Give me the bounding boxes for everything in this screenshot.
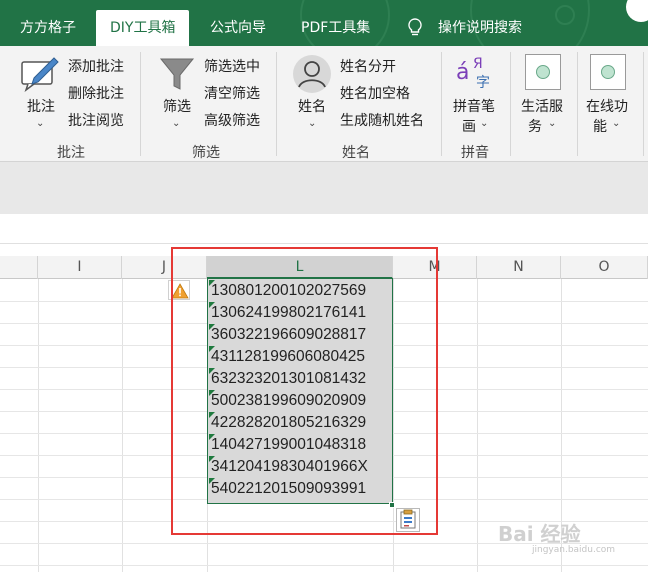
chevron-down-icon: ⌄ xyxy=(480,118,489,129)
chevron-down-icon: ⌄ xyxy=(548,118,557,129)
funnel-icon xyxy=(159,58,195,90)
formula-bar-area xyxy=(0,162,648,214)
split-name-button[interactable]: 姓名分开 xyxy=(340,56,396,76)
view-comments-button[interactable]: 批注阅览 xyxy=(68,110,124,130)
life-service-icon xyxy=(525,54,561,90)
life-service-label-line1: 生活服 xyxy=(521,99,563,115)
chevron-down-icon: ⌄ xyxy=(308,118,317,129)
add-comment-button[interactable]: 添加批注 xyxy=(68,56,124,76)
column-header-blank[interactable] xyxy=(0,256,38,279)
chevron-down-icon: ⌄ xyxy=(172,118,181,129)
filter-selected-button[interactable]: 筛选选中 xyxy=(204,56,260,76)
column-header-n[interactable]: N xyxy=(477,256,561,279)
group-divider xyxy=(510,52,511,156)
comment-pen-icon xyxy=(21,57,59,92)
gridline xyxy=(0,565,648,566)
group-divider xyxy=(276,52,277,156)
ribbon-tab-bar: 方方格子 DIY工具箱 公式向导 PDF工具集 操作说明搜索 xyxy=(0,0,648,46)
group-label-comment: 批注 xyxy=(57,145,85,161)
watermark-url: jingyan.baidu.com xyxy=(532,545,616,555)
lightbulb-icon[interactable] xyxy=(407,18,423,38)
name-label: 姓名 xyxy=(298,99,326,115)
pinyin-icon: á Я 字 xyxy=(456,56,490,91)
comment-label: 批注 xyxy=(27,99,55,115)
life-service-label-line2: 务 xyxy=(528,119,542,135)
online-feature-label-line2: 能 xyxy=(593,119,607,135)
pinyin-stroke-label-line1: 拼音笔 xyxy=(453,99,495,115)
random-name-button[interactable]: 生成随机姓名 xyxy=(340,110,424,130)
group-divider xyxy=(643,52,644,156)
tab-diy-toolbox[interactable]: DIY工具箱 xyxy=(96,10,190,46)
tell-me-search[interactable]: 操作说明搜索 xyxy=(438,10,522,46)
clear-filter-button[interactable]: 清空筛选 xyxy=(204,83,260,103)
ribbon-panel: 批注 ⌄ 添加批注 删除批注 批注阅览 批注 筛选 ⌄ 筛选选中 清空筛选 高级… xyxy=(0,46,648,162)
chevron-down-icon: ⌄ xyxy=(36,118,45,129)
watermark-logo: Bai 经验 xyxy=(498,522,581,546)
user-avatar[interactable] xyxy=(626,0,648,22)
advanced-filter-button[interactable]: 高级筛选 xyxy=(204,110,260,130)
filter-label: 筛选 xyxy=(163,99,191,115)
formula-bar[interactable] xyxy=(0,214,648,244)
group-divider xyxy=(577,52,578,156)
decor-circuit xyxy=(555,5,575,25)
pinyin-stroke-label-line2: 画 xyxy=(462,119,476,135)
group-divider xyxy=(140,52,141,156)
online-feature-icon xyxy=(590,54,626,90)
highlight-box xyxy=(171,247,438,535)
group-label-filter: 筛选 xyxy=(192,145,220,161)
person-icon xyxy=(293,55,331,93)
name-add-space-button[interactable]: 姓名加空格 xyxy=(340,83,410,103)
tab-pdf-tools[interactable]: PDF工具集 xyxy=(301,10,370,46)
column-header-i[interactable]: I xyxy=(38,256,122,279)
group-label-name: 姓名 xyxy=(342,145,370,161)
delete-comment-button[interactable]: 删除批注 xyxy=(68,83,124,103)
tab-fangfang[interactable]: 方方格子 xyxy=(20,10,76,46)
column-header-o[interactable]: O xyxy=(561,256,648,279)
group-divider xyxy=(441,52,442,156)
chevron-down-icon: ⌄ xyxy=(612,118,621,129)
online-feature-label-line1: 在线功 xyxy=(586,99,628,115)
group-label-pinyin: 拼音 xyxy=(461,145,489,161)
tab-formula-wizard[interactable]: 公式向导 xyxy=(210,10,266,46)
